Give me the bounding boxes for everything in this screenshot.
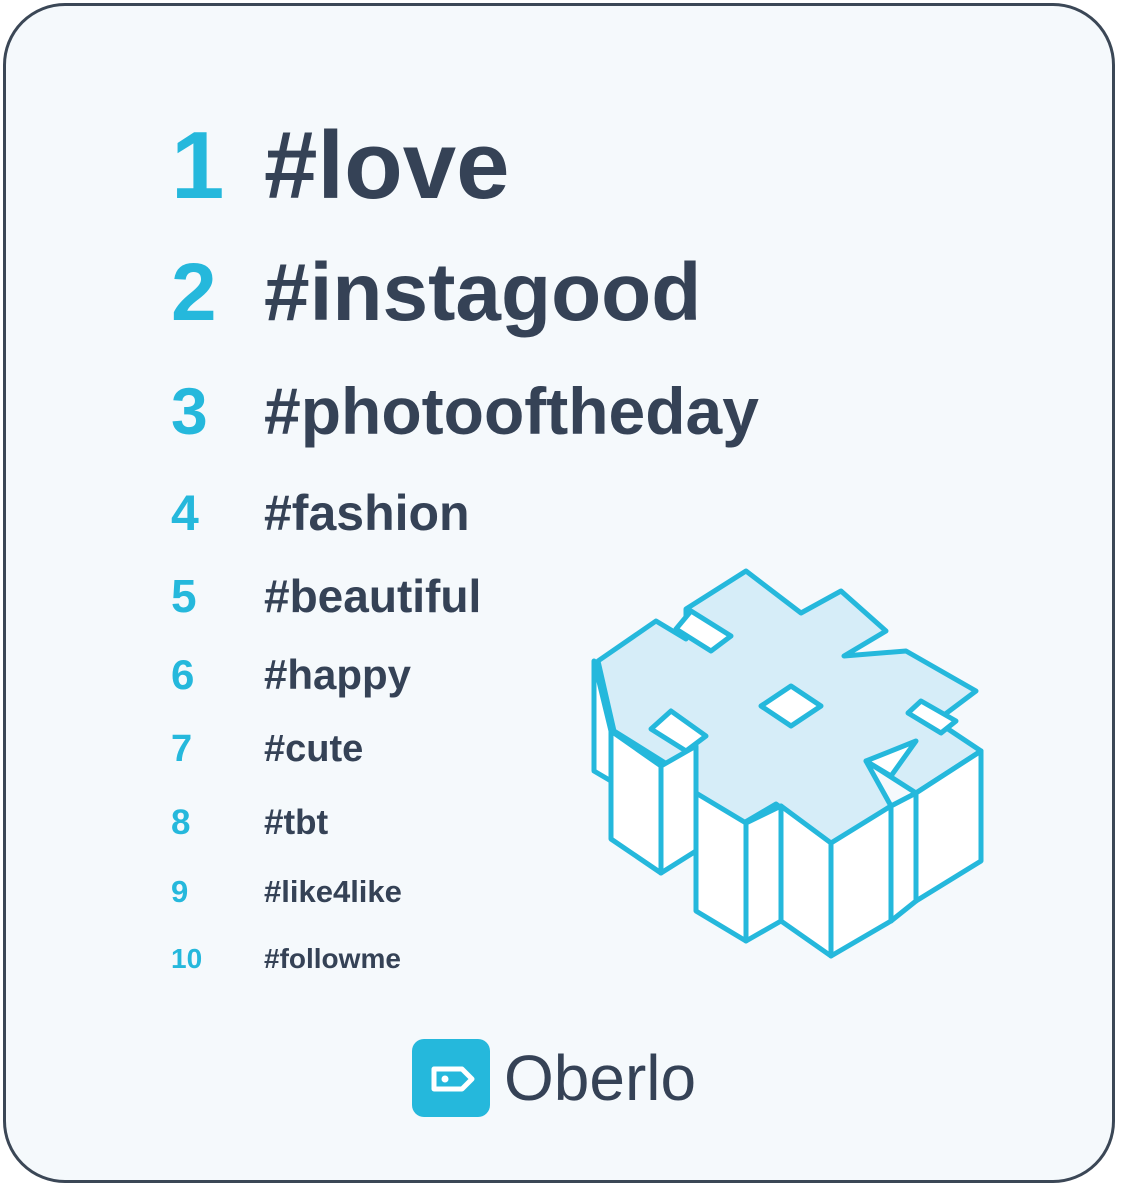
- rank-number: 2: [171, 247, 217, 338]
- rank-number: 5: [171, 570, 197, 622]
- rank-number: 8: [171, 803, 191, 842]
- hashtag-label: #love: [264, 112, 510, 219]
- hashtag-label: #instagood: [264, 247, 702, 338]
- rank-number: 10: [171, 943, 203, 974]
- rank-number: 4: [171, 485, 199, 541]
- rank-number: 3: [171, 374, 208, 448]
- price-tag-icon: [412, 1039, 490, 1117]
- brand-name: Oberlo: [504, 1042, 697, 1114]
- rank-number: 1: [171, 112, 225, 219]
- hashtag-label: #photooftheday: [264, 374, 759, 448]
- hashtag-label: #tbt: [264, 803, 329, 842]
- hashtag-label: #fashion: [264, 485, 470, 541]
- hashtag-label: #cute: [264, 728, 364, 770]
- rank-number: 7: [171, 728, 193, 770]
- hashtag-card: 1 #love 2 #instagood 3 #photooftheday 4 …: [3, 3, 1115, 1183]
- hashtag-label: #like4like: [264, 874, 402, 909]
- isometric-hashtag-icon: [591, 568, 984, 959]
- hashtag-label: #beautiful: [264, 570, 482, 622]
- hashtag-label: #followme: [264, 943, 401, 974]
- hashtag-label: #happy: [264, 651, 412, 698]
- rank-number: 6: [171, 651, 195, 698]
- rank-number: 9: [171, 874, 189, 909]
